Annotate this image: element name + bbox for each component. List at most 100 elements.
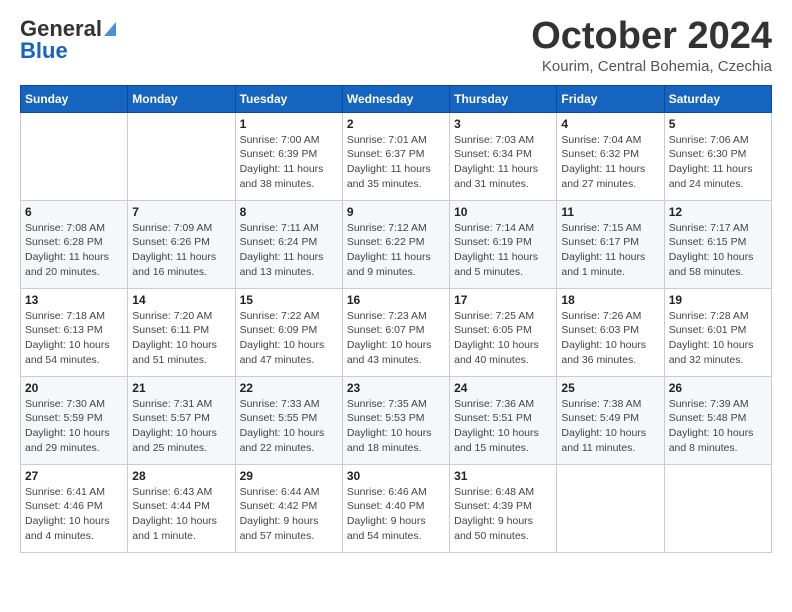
week-row-5: 27 Sunrise: 6:41 AM Sunset: 4:46 PM Dayli… — [21, 464, 772, 552]
logo-blue: Blue — [20, 38, 68, 64]
day-number: 7 — [132, 205, 230, 219]
day-number: 28 — [132, 469, 230, 483]
calendar-table: SundayMondayTuesdayWednesdayThursdayFrid… — [20, 85, 772, 553]
day-number: 2 — [347, 117, 445, 131]
calendar-cell: 22 Sunrise: 7:33 AM Sunset: 5:55 PM Dayli… — [235, 376, 342, 464]
calendar-cell — [557, 464, 664, 552]
calendar-cell: 12Sunrise: 7:17 AM Sunset: 6:15 PM Dayli… — [664, 200, 771, 288]
calendar-cell: 11Sunrise: 7:15 AM Sunset: 6:17 PM Dayli… — [557, 200, 664, 288]
day-info: Sunrise: 7:06 AM Sunset: 6:30 PM Dayligh… — [669, 133, 767, 192]
calendar-cell: 23 Sunrise: 7:35 AM Sunset: 5:53 PM Dayli… — [342, 376, 449, 464]
week-row-4: 20 Sunrise: 7:30 AM Sunset: 5:59 PM Dayli… — [21, 376, 772, 464]
day-number: 21 — [132, 381, 230, 395]
day-info: Sunrise: 6:48 AM Sunset: 4:39 PM Dayligh… — [454, 485, 552, 544]
day-number: 8 — [240, 205, 338, 219]
day-info: Sunrise: 7:28 AM Sunset: 6:01 PM Dayligh… — [669, 309, 767, 368]
day-info: Sunrise: 7:26 AM Sunset: 6:03 PM Dayligh… — [561, 309, 659, 368]
calendar-cell: 2 Sunrise: 7:01 AM Sunset: 6:37 PM Daylig… — [342, 112, 449, 200]
weekday-saturday: Saturday — [664, 85, 771, 112]
calendar-cell — [21, 112, 128, 200]
weekday-thursday: Thursday — [450, 85, 557, 112]
day-number: 31 — [454, 469, 552, 483]
calendar-cell: 8 Sunrise: 7:11 AM Sunset: 6:24 PM Daylig… — [235, 200, 342, 288]
calendar-cell: 19 Sunrise: 7:28 AM Sunset: 6:01 PM Dayli… — [664, 288, 771, 376]
day-number: 26 — [669, 381, 767, 395]
day-info: Sunrise: 7:31 AM Sunset: 5:57 PM Dayligh… — [132, 397, 230, 456]
day-info: Sunrise: 7:22 AM Sunset: 6:09 PM Dayligh… — [240, 309, 338, 368]
week-row-3: 13Sunrise: 7:18 AM Sunset: 6:13 PM Dayli… — [21, 288, 772, 376]
day-number: 22 — [240, 381, 338, 395]
day-number: 15 — [240, 293, 338, 307]
day-info: Sunrise: 7:36 AM Sunset: 5:51 PM Dayligh… — [454, 397, 552, 456]
day-number: 4 — [561, 117, 659, 131]
day-info: Sunrise: 7:18 AM Sunset: 6:13 PM Dayligh… — [25, 309, 123, 368]
day-number: 9 — [347, 205, 445, 219]
day-info: Sunrise: 7:20 AM Sunset: 6:11 PM Dayligh… — [132, 309, 230, 368]
week-row-1: 1Sunrise: 7:00 AM Sunset: 6:39 PM Daylig… — [21, 112, 772, 200]
day-info: Sunrise: 7:14 AM Sunset: 6:19 PM Dayligh… — [454, 221, 552, 280]
day-info: Sunrise: 6:41 AM Sunset: 4:46 PM Dayligh… — [25, 485, 123, 544]
day-number: 23 — [347, 381, 445, 395]
calendar-cell: 16 Sunrise: 7:23 AM Sunset: 6:07 PM Dayli… — [342, 288, 449, 376]
calendar-cell: 7Sunrise: 7:09 AM Sunset: 6:26 PM Daylig… — [128, 200, 235, 288]
calendar-cell: 28 Sunrise: 6:43 AM Sunset: 4:44 PM Dayli… — [128, 464, 235, 552]
day-info: Sunrise: 7:33 AM Sunset: 5:55 PM Dayligh… — [240, 397, 338, 456]
weekday-header-row: SundayMondayTuesdayWednesdayThursdayFrid… — [21, 85, 772, 112]
day-info: Sunrise: 6:43 AM Sunset: 4:44 PM Dayligh… — [132, 485, 230, 544]
day-info: Sunrise: 6:46 AM Sunset: 4:40 PM Dayligh… — [347, 485, 445, 544]
day-number: 12 — [669, 205, 767, 219]
day-info: Sunrise: 7:03 AM Sunset: 6:34 PM Dayligh… — [454, 133, 552, 192]
day-number: 5 — [669, 117, 767, 131]
calendar-cell: 31 Sunrise: 6:48 AM Sunset: 4:39 PM Dayli… — [450, 464, 557, 552]
weekday-wednesday: Wednesday — [342, 85, 449, 112]
calendar-cell: 14 Sunrise: 7:20 AM Sunset: 6:11 PM Dayli… — [128, 288, 235, 376]
calendar-cell: 17 Sunrise: 7:25 AM Sunset: 6:05 PM Dayli… — [450, 288, 557, 376]
day-number: 25 — [561, 381, 659, 395]
calendar-cell: 4 Sunrise: 7:04 AM Sunset: 6:32 PM Daylig… — [557, 112, 664, 200]
day-info: Sunrise: 7:00 AM Sunset: 6:39 PM Dayligh… — [240, 133, 338, 192]
week-row-2: 6Sunrise: 7:08 AM Sunset: 6:28 PM Daylig… — [21, 200, 772, 288]
calendar-cell: 20 Sunrise: 7:30 AM Sunset: 5:59 PM Dayli… — [21, 376, 128, 464]
day-info: Sunrise: 7:08 AM Sunset: 6:28 PM Dayligh… — [25, 221, 123, 280]
calendar-cell: 13Sunrise: 7:18 AM Sunset: 6:13 PM Dayli… — [21, 288, 128, 376]
day-number: 16 — [347, 293, 445, 307]
weekday-sunday: Sunday — [21, 85, 128, 112]
calendar-cell: 6Sunrise: 7:08 AM Sunset: 6:28 PM Daylig… — [21, 200, 128, 288]
calendar-cell: 25Sunrise: 7:38 AM Sunset: 5:49 PM Dayli… — [557, 376, 664, 464]
day-number: 18 — [561, 293, 659, 307]
page-header: General Blue October 2024 Kourim, Centra… — [20, 16, 772, 75]
day-info: Sunrise: 7:11 AM Sunset: 6:24 PM Dayligh… — [240, 221, 338, 280]
day-info: Sunrise: 6:44 AM Sunset: 4:42 PM Dayligh… — [240, 485, 338, 544]
calendar-cell: 5 Sunrise: 7:06 AM Sunset: 6:30 PM Daylig… — [664, 112, 771, 200]
calendar-cell: 18 Sunrise: 7:26 AM Sunset: 6:03 PM Dayli… — [557, 288, 664, 376]
weekday-friday: Friday — [557, 85, 664, 112]
day-number: 17 — [454, 293, 552, 307]
day-number: 20 — [25, 381, 123, 395]
title-block: October 2024 Kourim, Central Bohemia, Cz… — [531, 16, 772, 75]
day-info: Sunrise: 7:23 AM Sunset: 6:07 PM Dayligh… — [347, 309, 445, 368]
calendar-cell: 29 Sunrise: 6:44 AM Sunset: 4:42 PM Dayli… — [235, 464, 342, 552]
day-info: Sunrise: 7:25 AM Sunset: 6:05 PM Dayligh… — [454, 309, 552, 368]
location-subtitle: Kourim, Central Bohemia, Czechia — [531, 58, 772, 75]
day-info: Sunrise: 7:01 AM Sunset: 6:37 PM Dayligh… — [347, 133, 445, 192]
day-info: Sunrise: 7:30 AM Sunset: 5:59 PM Dayligh… — [25, 397, 123, 456]
day-number: 30 — [347, 469, 445, 483]
weekday-monday: Monday — [128, 85, 235, 112]
day-info: Sunrise: 7:04 AM Sunset: 6:32 PM Dayligh… — [561, 133, 659, 192]
calendar-cell: 15 Sunrise: 7:22 AM Sunset: 6:09 PM Dayli… — [235, 288, 342, 376]
day-number: 19 — [669, 293, 767, 307]
calendar-cell: 26 Sunrise: 7:39 AM Sunset: 5:48 PM Dayli… — [664, 376, 771, 464]
calendar-cell: 27 Sunrise: 6:41 AM Sunset: 4:46 PM Dayli… — [21, 464, 128, 552]
day-info: Sunrise: 7:39 AM Sunset: 5:48 PM Dayligh… — [669, 397, 767, 456]
day-info: Sunrise: 7:35 AM Sunset: 5:53 PM Dayligh… — [347, 397, 445, 456]
calendar-cell: 21 Sunrise: 7:31 AM Sunset: 5:57 PM Dayli… — [128, 376, 235, 464]
calendar-cell — [128, 112, 235, 200]
calendar-cell: 24Sunrise: 7:36 AM Sunset: 5:51 PM Dayli… — [450, 376, 557, 464]
month-title: October 2024 — [531, 16, 772, 58]
calendar-cell: 9Sunrise: 7:12 AM Sunset: 6:22 PM Daylig… — [342, 200, 449, 288]
calendar-cell: 1Sunrise: 7:00 AM Sunset: 6:39 PM Daylig… — [235, 112, 342, 200]
day-number: 14 — [132, 293, 230, 307]
day-number: 29 — [240, 469, 338, 483]
day-number: 27 — [25, 469, 123, 483]
day-info: Sunrise: 7:15 AM Sunset: 6:17 PM Dayligh… — [561, 221, 659, 280]
